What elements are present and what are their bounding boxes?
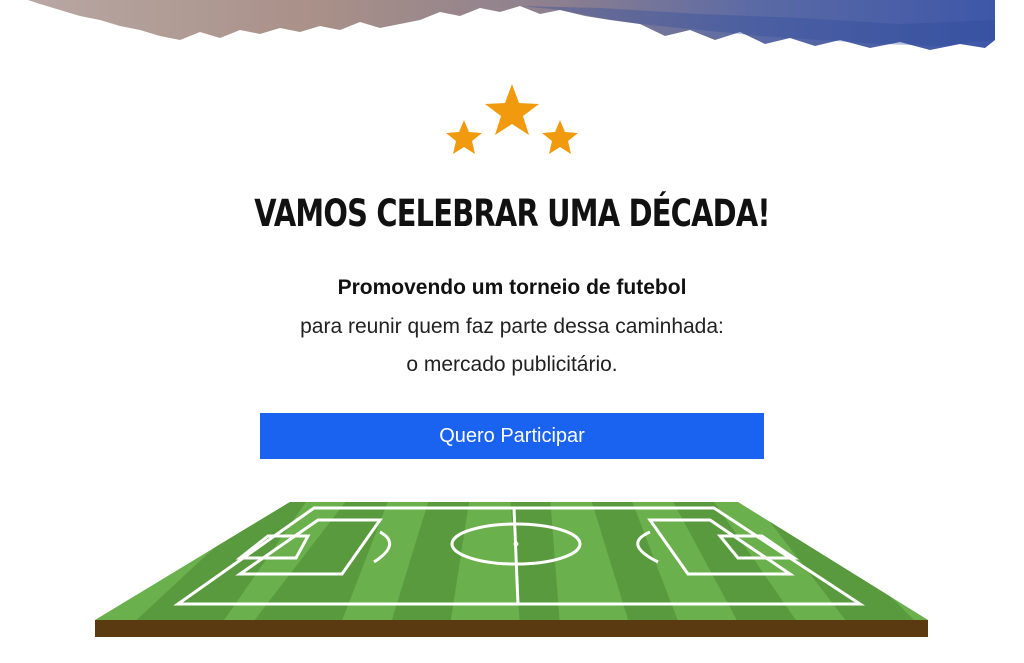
description-line: para reunir quem faz parte dessa caminha… — [300, 315, 724, 338]
star-icon — [542, 120, 578, 154]
star-icon — [485, 84, 539, 135]
soccer-field-illustration — [95, 502, 928, 637]
page-title: VAMOS CELEBRAR UMA DÉCADA! — [254, 192, 770, 235]
participate-button[interactable]: Quero Participar — [260, 413, 764, 459]
star-icon — [446, 120, 482, 154]
three-stars-icon — [446, 84, 578, 154]
mountain-banner-image — [28, 0, 995, 50]
center-spot — [513, 541, 519, 547]
landing-page: VAMOS CELEBRAR UMA DÉCADA! Promovendo um… — [0, 0, 1024, 663]
field-base — [95, 620, 928, 637]
description-line: o mercado publicitário. — [406, 353, 618, 376]
lead-text: Promovendo um torneio de futebol — [337, 276, 687, 299]
